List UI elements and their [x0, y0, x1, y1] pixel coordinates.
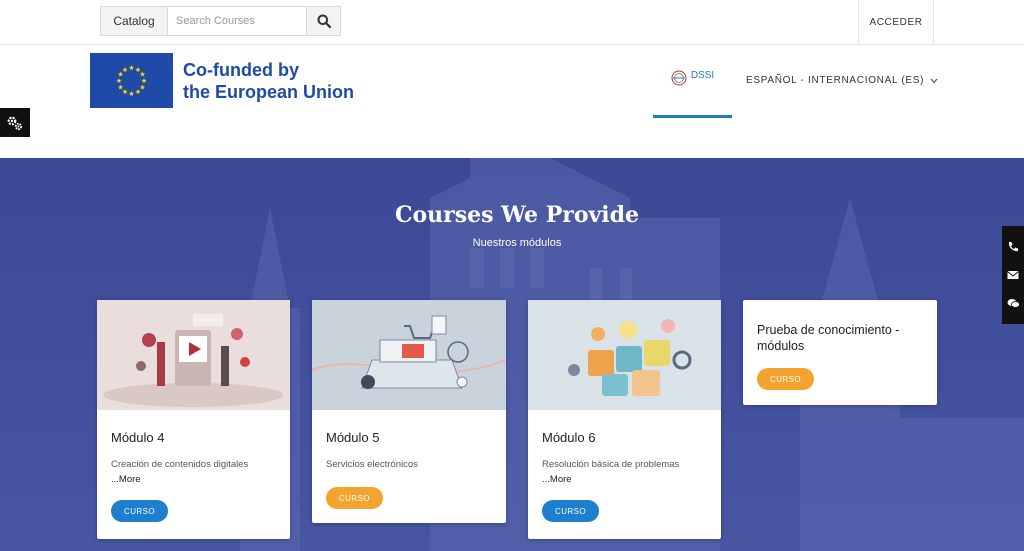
contact-sidebar [1002, 226, 1024, 324]
svg-text:★: ★ [128, 90, 134, 98]
course-title[interactable]: Módulo 4 [111, 430, 276, 445]
course-description: Resolución básica de problemas [542, 459, 680, 470]
settings-toggle[interactable] [0, 108, 30, 137]
more-link[interactable]: ...More [542, 474, 707, 485]
dssi-label: DSSI [690, 70, 715, 81]
course-card[interactable]: Módulo 5 Servicios electrónicos CURSO [312, 300, 506, 523]
top-bar: Catalog ACCEDER [0, 0, 1024, 45]
search-input[interactable] [168, 7, 306, 35]
svg-text:★: ★ [128, 64, 134, 72]
course-button[interactable]: CURSO [757, 368, 814, 390]
course-image-digital-content [97, 300, 290, 410]
courses-hero: Courses We Provide Nuestros módulos Módu… [0, 158, 1024, 551]
course-button[interactable]: CURSO [326, 487, 383, 509]
course-button[interactable]: CURSO [542, 500, 599, 522]
course-title[interactable]: Prueba de conocimiento - módulos [757, 322, 923, 354]
search-button[interactable] [306, 7, 340, 35]
eu-cofunded-logo[interactable]: ★ ★ ★ ★ ★ ★ ★ ★ ★ ★ ★ ★ Co-funded by the Europea… [90, 53, 354, 108]
more-link[interactable]: ...More [111, 474, 276, 485]
svg-text:★: ★ [122, 66, 128, 74]
section-title: Courses We Provide [394, 202, 640, 228]
eu-logo-text: Co-funded by the European Union [183, 59, 354, 103]
course-card[interactable]: Prueba de conocimiento - módulos CURSO [743, 300, 937, 405]
eu-text-line1: Co-funded by [183, 59, 299, 80]
language-label: ESPAÑOL - INTERNACIONAL (ES) [746, 75, 925, 86]
eu-flag-icon: ★ ★ ★ ★ ★ ★ ★ ★ ★ ★ ★ ★ [90, 53, 173, 108]
catalog-button[interactable]: Catalog [101, 7, 168, 35]
course-title[interactable]: Módulo 6 [542, 430, 707, 445]
course-description: Servicios electrónicos [326, 459, 418, 470]
course-image-e-services [312, 300, 506, 410]
search-icon [317, 14, 331, 28]
chevron-down-icon [930, 78, 938, 83]
course-card[interactable]: Módulo 6 Resolución básica de problemas … [528, 300, 721, 539]
eu-stars: ★ ★★ ★★★ ★★★ ★★★ [116, 64, 147, 98]
eu-text-line2: the European Union [183, 81, 354, 102]
site-header: ★ ★ ★ ★ ★ ★ ★ ★ ★ ★ ★ ★ Co-funded by the Europea… [0, 45, 1024, 158]
dssi-logo-icon [671, 70, 687, 86]
login-link[interactable]: ACCEDER [858, 0, 934, 45]
nav-tab-dssi[interactable]: DSSI [653, 45, 732, 118]
course-image-problem-solving [528, 300, 721, 410]
course-title[interactable]: Módulo 5 [326, 430, 492, 445]
section-subtitle: Nuestros módulos [472, 237, 562, 249]
phone-icon[interactable] [1007, 241, 1019, 253]
svg-text:★: ★ [135, 88, 141, 96]
course-search: Catalog [100, 6, 341, 36]
course-description: Creación de contenidos digitales [111, 459, 249, 470]
language-selector[interactable]: ESPAÑOL - INTERNACIONAL (ES) [746, 75, 938, 86]
gears-icon [7, 116, 23, 130]
course-card[interactable]: Módulo 4 Creación de contenidos digitale… [97, 300, 290, 539]
chat-icon[interactable] [1007, 298, 1020, 309]
course-button[interactable]: CURSO [111, 500, 168, 522]
email-icon[interactable] [1007, 270, 1019, 280]
